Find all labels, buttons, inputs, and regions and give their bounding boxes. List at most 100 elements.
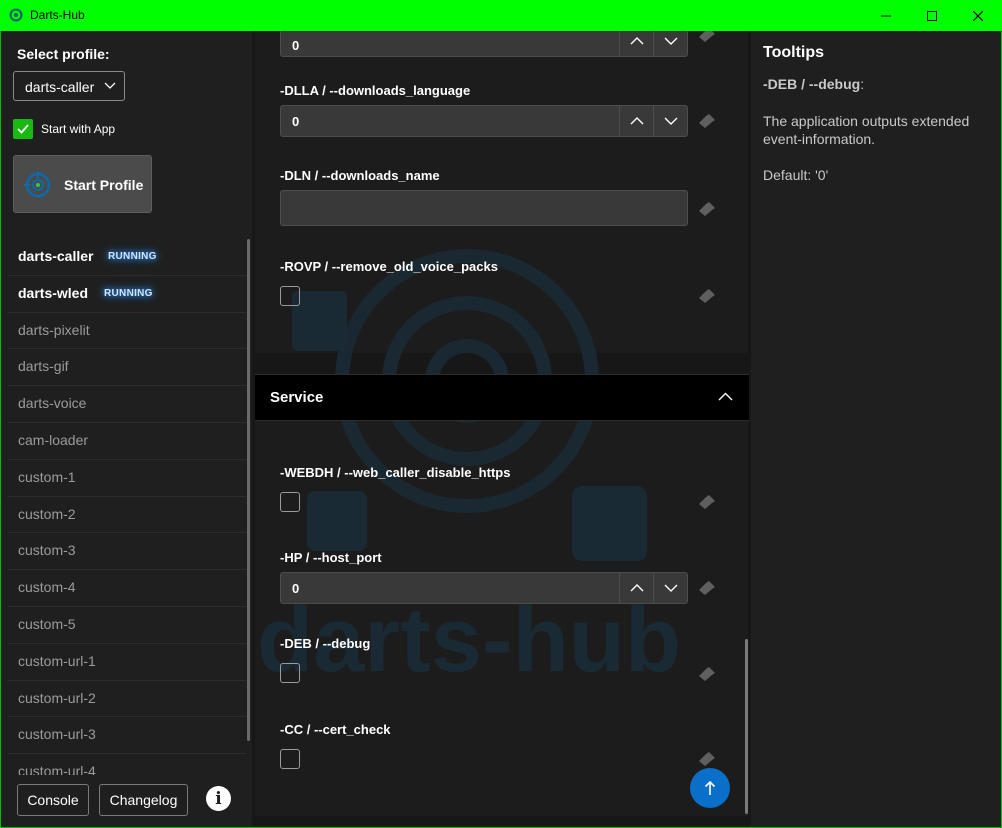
- minimize-button[interactable]: [863, 0, 909, 31]
- close-button[interactable]: [955, 0, 1001, 31]
- field-label-webdh: -WEBDH / --web_caller_disable_https: [280, 465, 511, 480]
- chevron-down-icon: [664, 584, 677, 592]
- field-label-hp: -HP / --host_port: [280, 550, 382, 565]
- profile-item-custom-4[interactable]: custom-4: [7, 570, 246, 607]
- profile-item-custom-url-4[interactable]: custom-url-4: [7, 754, 246, 775]
- profile-item-custom-url-3[interactable]: custom-url-3: [7, 717, 246, 755]
- eraser-icon[interactable]: [698, 581, 716, 595]
- field-label-cc: -CC / --cert_check: [280, 722, 391, 737]
- chevron-down-icon: [664, 37, 677, 45]
- profile-name: cam-loader: [18, 431, 89, 448]
- field-label-rovp: -ROVP / --remove_old_voice_packs: [280, 259, 498, 274]
- decrement-button[interactable]: [653, 31, 687, 56]
- profile-name: custom-1: [18, 468, 76, 485]
- section-header-service[interactable]: Service: [255, 374, 749, 421]
- profile-item-custom-1[interactable]: custom-1: [7, 459, 246, 497]
- changelog-button[interactable]: Changelog: [99, 784, 188, 816]
- tooltip-argument: -DEB / --debug:: [763, 76, 864, 92]
- decrement-button[interactable]: [653, 573, 687, 603]
- arrow-up-icon: [704, 780, 716, 795]
- number-input-value: 0: [292, 114, 300, 129]
- profile-item-darts-caller[interactable]: darts-caller RUNNING: [7, 239, 246, 276]
- main-scrollbar[interactable]: [745, 639, 748, 814]
- eraser-icon[interactable]: [698, 114, 716, 128]
- start-with-app-checkbox[interactable]: [13, 119, 33, 139]
- profile-name: custom-url-2: [18, 689, 96, 706]
- debug-checkbox[interactable]: [280, 663, 300, 683]
- cert-check-checkbox[interactable]: [280, 749, 300, 769]
- settings-group-service: [255, 421, 748, 816]
- eraser-icon[interactable]: [698, 202, 716, 216]
- web-caller-disable-https-checkbox[interactable]: [280, 492, 300, 512]
- target-icon: [24, 171, 51, 198]
- profile-item-darts-pixelit[interactable]: darts-pixelit: [7, 312, 246, 350]
- profile-name: darts-gif: [18, 358, 69, 375]
- running-badge: RUNNING: [108, 251, 157, 262]
- increment-button[interactable]: [619, 31, 653, 56]
- check-icon: [17, 124, 29, 134]
- profile-name: custom-3: [18, 542, 76, 559]
- chevron-up-icon: [630, 584, 643, 592]
- tooltips-title: Tooltips: [763, 44, 825, 61]
- running-badge: RUNNING: [104, 287, 153, 299]
- chevron-down-icon: [104, 82, 116, 89]
- settings-panel: darts-hub 0 -DLLA / --downloads_language…: [252, 31, 751, 827]
- info-icon[interactable]: i: [206, 786, 231, 811]
- sidebar: Select profile: darts-caller Start with …: [1, 31, 251, 827]
- profile-item-darts-gif[interactable]: darts-gif: [7, 349, 246, 387]
- profile-name: darts-caller: [18, 248, 94, 264]
- number-input-value: 0: [292, 38, 300, 53]
- number-input-partial[interactable]: 0: [280, 31, 688, 57]
- start-profile-label: Start Profile: [64, 177, 144, 193]
- downloads-language-input[interactable]: 0: [280, 105, 688, 137]
- profile-item-custom-2[interactable]: custom-2: [7, 496, 246, 534]
- maximize-icon: [927, 10, 937, 21]
- start-profile-button[interactable]: Start Profile: [13, 155, 152, 213]
- profile-dropdown[interactable]: darts-caller: [13, 71, 125, 101]
- eraser-icon[interactable]: [698, 495, 716, 509]
- host-port-input[interactable]: 0: [280, 572, 688, 604]
- number-input-value: 0: [292, 581, 300, 596]
- tooltips-panel: Tooltips -DEB / --debug: The application…: [751, 31, 1001, 827]
- start-with-app-label: Start with App: [41, 122, 116, 136]
- profile-name: custom-url-1: [18, 652, 96, 669]
- increment-button[interactable]: [619, 106, 653, 136]
- profile-name: darts-wled: [18, 284, 89, 301]
- profile-item-darts-wled[interactable]: darts-wled RUNNING: [7, 275, 246, 313]
- tooltip-default: Default: '0': [763, 167, 829, 183]
- chevron-up-icon: [718, 392, 733, 401]
- remove-old-voice-packs-checkbox[interactable]: [280, 286, 300, 306]
- tooltip-argument-name: -DEB / --debug: [763, 76, 861, 92]
- increment-button[interactable]: [619, 573, 653, 603]
- profile-item-custom-url-2[interactable]: custom-url-2: [7, 680, 246, 718]
- field-label-deb: -DEB / --debug: [280, 636, 371, 651]
- minimize-icon: [881, 15, 891, 16]
- chevron-down-icon: [664, 117, 677, 125]
- scroll-to-top-button[interactable]: [690, 768, 730, 808]
- profile-name: darts-pixelit: [18, 321, 90, 338]
- downloads-name-input[interactable]: [280, 190, 688, 226]
- profile-item-darts-voice[interactable]: darts-voice: [7, 386, 246, 423]
- console-button[interactable]: Console: [17, 784, 89, 816]
- profile-item-custom-url-1[interactable]: custom-url-1: [7, 643, 246, 681]
- eraser-icon[interactable]: [698, 31, 716, 42]
- title-bar: Darts-Hub: [0, 0, 1002, 31]
- select-profile-label: Select profile:: [17, 46, 110, 62]
- profile-dropdown-value: darts-caller: [25, 79, 95, 95]
- profile-name: custom-5: [18, 615, 76, 632]
- eraser-icon[interactable]: [698, 289, 716, 303]
- profile-item-cam-loader[interactable]: cam-loader: [7, 422, 246, 460]
- decrement-button[interactable]: [653, 106, 687, 136]
- chevron-up-icon: [630, 37, 643, 45]
- profile-item-custom-5[interactable]: custom-5: [7, 606, 246, 644]
- eraser-icon[interactable]: [698, 752, 716, 766]
- eraser-icon[interactable]: [698, 667, 716, 681]
- profile-name: custom-url-4: [18, 763, 96, 775]
- profile-name: custom-2: [18, 505, 76, 522]
- profile-item-custom-3[interactable]: custom-3: [7, 533, 246, 571]
- maximize-button[interactable]: [909, 0, 955, 31]
- profile-list: darts-caller RUNNING darts-wled RUNNING …: [7, 239, 246, 775]
- close-icon: [973, 10, 983, 21]
- window-title: Darts-Hub: [30, 8, 85, 22]
- sidebar-scrollbar[interactable]: [247, 239, 250, 741]
